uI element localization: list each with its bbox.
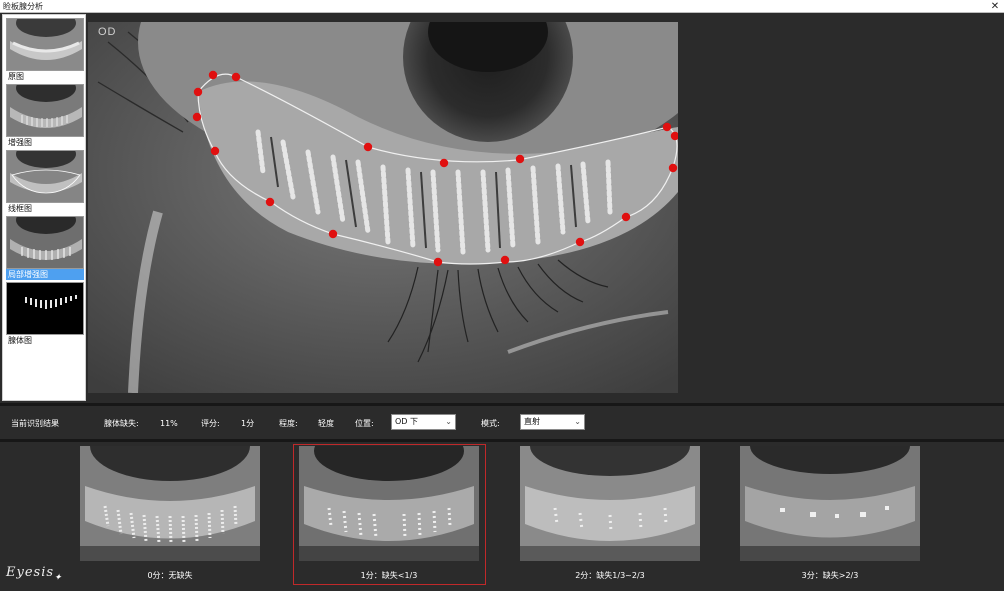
score-label: 评分: — [201, 419, 220, 428]
reference-grade-1-caption: 1分：缺失<1/3 — [360, 571, 418, 580]
main-image-viewer[interactable]: OD — [88, 22, 678, 393]
thumbnail-enhanced-label: 增强图 — [8, 138, 32, 147]
marker — [668, 163, 678, 173]
star-icon: ✦ — [54, 573, 63, 583]
thumbnail-local-enhanced-label: 局部增强图 — [8, 270, 48, 279]
reference-grade-0-caption: 0分：无缺失 — [147, 571, 193, 580]
degree-label: 程度: — [279, 419, 298, 428]
chevron-down-icon: ⌄ — [445, 417, 452, 426]
marker — [515, 154, 525, 164]
marker — [192, 112, 202, 122]
thumbnail-original-image — [6, 18, 84, 71]
degree-value: 轻度 — [318, 419, 334, 428]
thumbnail-local-enhanced[interactable]: 局部增强图 — [6, 216, 84, 280]
thumbnail-panel: 原图 增强图 线框图 局部增强图 腺体图 — [2, 14, 86, 401]
thumbnail-original[interactable]: 原图 — [6, 18, 84, 82]
marker — [265, 197, 275, 207]
position-select-value: OD 下 — [395, 417, 418, 426]
thumbnail-enhanced-image — [6, 84, 84, 137]
thumbnail-gland-label: 腺体图 — [8, 336, 32, 345]
marker — [363, 142, 373, 152]
marker — [328, 229, 338, 239]
marker — [231, 72, 241, 82]
reference-grade-3-image — [740, 446, 920, 561]
marker — [210, 146, 220, 156]
reference-grade-1-image — [299, 446, 479, 561]
reference-grade-2-image — [520, 446, 700, 561]
thumbnail-wireframe-image — [6, 150, 84, 203]
thumbnail-enhanced[interactable]: 增强图 — [6, 84, 84, 148]
mode-label: 模式: — [481, 419, 500, 428]
mode-select-value: 直射 — [524, 417, 540, 426]
reference-grade-3-caption: 3分：缺失>2/3 — [801, 571, 859, 580]
result-bar — [0, 408, 1004, 439]
reference-grade-0-image — [80, 446, 260, 561]
thumbnail-gland-image — [6, 282, 84, 335]
thumbnail-gland[interactable]: 腺体图 — [6, 282, 84, 346]
gland-loss-value: 11% — [160, 419, 178, 428]
score-value: 1分 — [241, 419, 255, 428]
divider — [0, 439, 1004, 442]
gland-loss-label: 腺体缺失: — [104, 419, 139, 428]
marker — [439, 158, 449, 168]
marker — [193, 87, 203, 97]
title-bar: 睑板腺分析 ✕ — [0, 0, 1004, 13]
close-icon[interactable]: ✕ — [989, 0, 1001, 13]
thumbnail-original-label: 原图 — [8, 72, 24, 81]
marker — [621, 212, 631, 222]
mode-select[interactable]: 直射 ⌄ — [520, 414, 585, 430]
marker — [662, 122, 672, 132]
window-title: 睑板腺分析 — [3, 2, 43, 11]
thumbnail-local-enhanced-image — [6, 216, 84, 269]
eyesis-logo: Eyesis ✦ — [6, 565, 62, 583]
marker — [575, 237, 585, 247]
divider — [0, 403, 1004, 406]
reference-grade-2-caption: 2分：缺失1/3~2/3 — [575, 571, 645, 580]
marker — [208, 70, 218, 80]
chevron-down-icon: ⌄ — [574, 417, 581, 426]
marker — [433, 257, 443, 267]
thumbnail-wireframe-label: 线框图 — [8, 204, 32, 213]
marker — [500, 255, 510, 265]
thumbnail-wireframe[interactable]: 线框图 — [6, 150, 84, 214]
eyelid-image — [88, 22, 678, 393]
result-heading: 当前识别结果 — [11, 419, 59, 428]
position-select[interactable]: OD 下 ⌄ — [391, 414, 456, 430]
eye-side-label: OD — [98, 26, 117, 38]
logo-text: Eyesis — [6, 565, 55, 580]
position-label: 位置: — [355, 419, 374, 428]
